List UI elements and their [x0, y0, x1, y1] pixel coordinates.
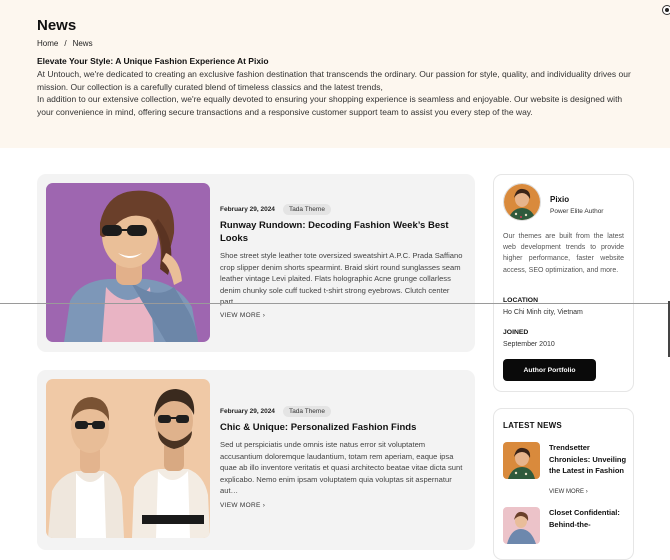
intro-text: At Untouch, we're dedicated to creating …: [37, 68, 637, 118]
blog-post-card: February 29, 2024 Tada Theme Chic & Uniq…: [37, 370, 475, 550]
author-role: Power Elite Author: [550, 208, 604, 215]
view-more-label: VIEW MORE: [220, 312, 261, 319]
view-more-label: VIEW MORE: [220, 502, 261, 509]
author-avatar[interactable]: [503, 183, 541, 221]
post-excerpt: Shoe street style leather tote oversized…: [220, 251, 463, 306]
latest-news-title[interactable]: Trendsetter Chronicles: Unveiling the La…: [549, 442, 627, 477]
post-excerpt: Sed ut perspiciatis unde omnis iste natu…: [220, 440, 463, 495]
author-name[interactable]: Pixio: [550, 195, 569, 204]
chevron-right-icon: ›: [262, 312, 266, 319]
breadcrumb-separator: /: [64, 39, 67, 48]
post-title[interactable]: Runway Rundown: Decoding Fashion Week’s …: [220, 219, 465, 245]
scroll-indicator-icon[interactable]: [662, 5, 670, 15]
post-date: February 29, 2024: [220, 408, 275, 415]
chevron-right-icon: ›: [585, 489, 588, 495]
intro-heading: Elevate Your Style: A Unique Fashion Exp…: [37, 56, 269, 66]
two-men-photo: [46, 379, 210, 538]
latest-news-photo: [503, 442, 540, 479]
blog-post-card: February 29, 2024 Tada Theme Runway Rund…: [37, 174, 475, 352]
page-title: News: [37, 17, 77, 34]
view-more-link[interactable]: VIEW MORE ›: [220, 312, 265, 319]
view-more-link[interactable]: VIEW MORE ›: [220, 502, 265, 509]
page-header: News Home / News Elevate Your Style: A U…: [0, 0, 670, 148]
joined-label: JOINED: [503, 329, 529, 336]
divider-line: [0, 303, 670, 304]
post-tag[interactable]: Tada Theme: [282, 204, 331, 215]
post-meta: February 29, 2024 Tada Theme: [220, 204, 331, 215]
latest-news-thumbnail[interactable]: [503, 442, 540, 479]
post-tag[interactable]: Tada Theme: [282, 406, 331, 417]
woman-sunglasses-photo: [46, 183, 210, 342]
intro-paragraph-1: At Untouch, we're dedicated to creating …: [37, 69, 631, 92]
latest-news-widget: LATEST NEWS Trendsetter Chronicles: Unve…: [493, 408, 634, 560]
post-meta: February 29, 2024 Tada Theme: [220, 406, 331, 417]
post-title[interactable]: Chic & Unique: Personalized Fashion Find…: [220, 421, 465, 434]
latest-news-heading: LATEST NEWS: [503, 421, 562, 430]
view-more-link[interactable]: VIEW MORE ›: [549, 489, 588, 495]
chevron-right-icon: ›: [262, 502, 266, 509]
author-widget: Pixio Power Elite Author Our themes are …: [493, 174, 634, 392]
author-portfolio-button[interactable]: Author Portfolio: [503, 359, 596, 381]
joined-value: September 2010: [503, 341, 555, 348]
latest-news-thumbnail[interactable]: [503, 507, 540, 544]
location-value: Ho Chi Minh city, Vietnam: [503, 309, 583, 316]
view-more-label: VIEW MORE: [549, 489, 585, 495]
breadcrumb-current: News: [72, 39, 93, 48]
breadcrumb: Home / News: [37, 39, 93, 48]
post-image[interactable]: [46, 183, 210, 342]
latest-news-photo: [503, 507, 540, 544]
breadcrumb-home-link[interactable]: Home: [37, 39, 58, 48]
post-image[interactable]: [46, 379, 210, 538]
post-date: February 29, 2024: [220, 206, 275, 213]
intro-paragraph-2: In addition to our extensive collection,…: [37, 94, 623, 117]
author-bio: Our themes are built from the latest web…: [503, 233, 624, 274]
latest-news-title[interactable]: Closet Confidential: Behind-the-: [549, 507, 627, 530]
author-avatar-photo: [504, 184, 540, 220]
